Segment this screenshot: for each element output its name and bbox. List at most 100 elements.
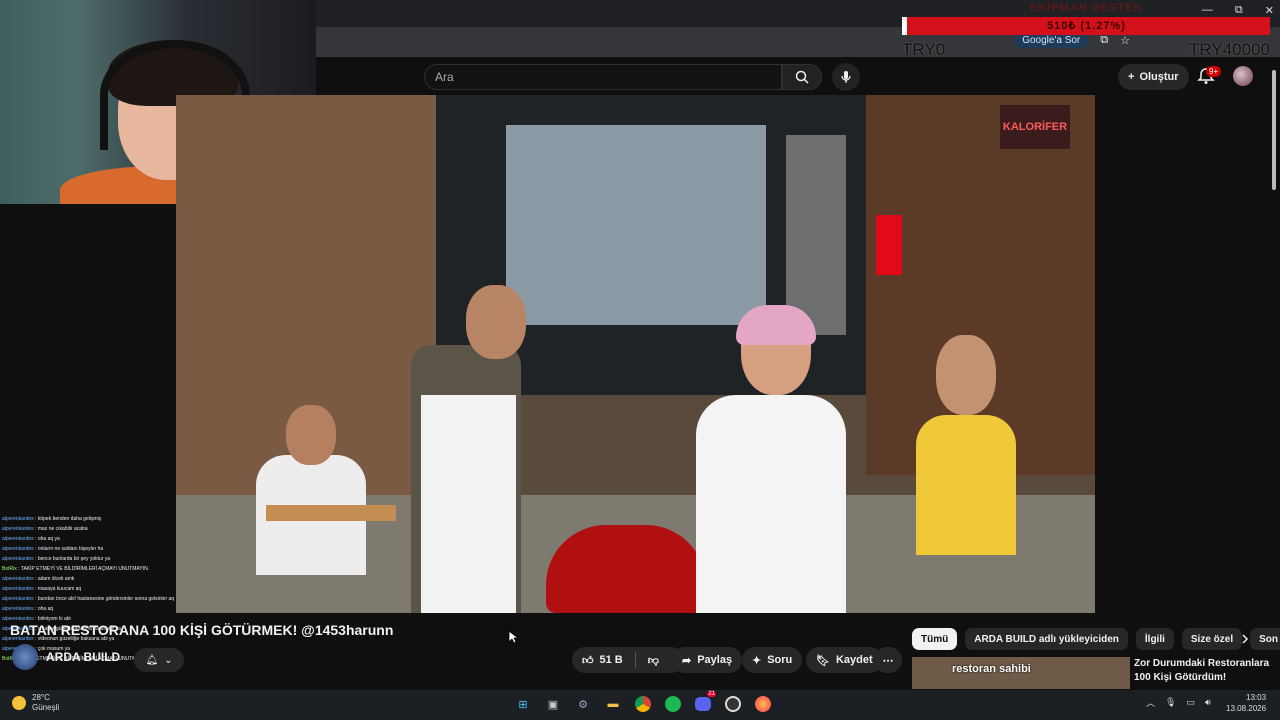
windows-start-icon[interactable]: ⊞: [512, 693, 534, 715]
chat-message: alperenkardes : bundan önce aki! hastane…: [2, 594, 217, 604]
voice-search-button[interactable]: [832, 63, 860, 91]
save-label: Kaydet: [835, 654, 873, 666]
video-scene-flag: [876, 215, 902, 275]
chat-text: onların ne saldanı bişeyler ha: [37, 546, 104, 552]
sun-icon: [12, 696, 26, 710]
chat-message: alperenkardes : bence bunlarda bir şey y…: [2, 554, 217, 564]
ask-label: Soru: [767, 654, 793, 666]
chat-message: alperenkardes : köpek benden daha gelişm…: [2, 514, 217, 524]
channel-name[interactable]: ARDA BUILD: [46, 650, 120, 664]
more-horizontal-icon: ⋯: [882, 654, 894, 667]
video-scene-sign: KALORİFER: [1000, 105, 1070, 149]
settings-gear-icon[interactable]: ⚙: [572, 693, 594, 715]
channel-avatar[interactable]: [12, 644, 38, 670]
share-button[interactable]: ➦ Paylaş: [672, 647, 743, 673]
donation-title: EKİPMAN DESTEK: [1030, 2, 1143, 14]
obs-icon[interactable]: [722, 693, 744, 715]
discord-icon[interactable]: 21: [692, 691, 716, 715]
clock-date: 13.08.2026: [1226, 704, 1267, 713]
chat-text: TAKİP ETMEYİ VE BİLDİRİMLERİ AÇMAYI UNUT…: [20, 566, 150, 572]
filter-chip[interactable]: İlgili: [1135, 628, 1174, 650]
video-person-chef: [391, 285, 541, 613]
chat-text: köpek benden daha gelişmiş: [37, 516, 102, 522]
related-filter-chips: Tümü ARDA BUILD adlı yükleyiciden İlgili Si…: [912, 628, 1280, 650]
chat-username: alperenkardes: [2, 546, 34, 552]
display-icon[interactable]: ▭: [1186, 697, 1195, 708]
chat-text: masaya kuucam aq: [37, 586, 82, 592]
task-view-icon[interactable]: ▣: [542, 693, 564, 715]
chat-text: oha aq ya: [37, 536, 60, 542]
share-icon: ➦: [682, 654, 692, 667]
filter-chip[interactable]: Son: [1250, 628, 1280, 650]
chat-username: alperenkardes: [2, 586, 34, 592]
chat-message: alperenkardes : onların ne saldanı bişey…: [2, 544, 217, 554]
video-scene-scooter: [546, 525, 706, 613]
chat-text: max ne cıkabilir acaba: [37, 526, 88, 532]
chat-message: alperenkardes : adam ölcek amk: [2, 574, 217, 584]
sparkle-icon: ✦: [752, 654, 762, 667]
divider: [634, 652, 636, 668]
mouse-cursor-icon: [508, 630, 518, 644]
bell-icon: 🔔︎: [145, 654, 159, 666]
filter-chip[interactable]: Tümü: [912, 628, 958, 650]
create-button[interactable]: + Oluştur: [1118, 64, 1189, 90]
scrollbar-thumb[interactable]: [1272, 70, 1276, 190]
save-button[interactable]: 🔖︎ Kaydet: [806, 647, 883, 673]
chat-message: alperenkardes : max ne cıkabilir acaba: [2, 524, 217, 534]
system-clock[interactable]: 13:03 13.08.2026: [1226, 692, 1266, 714]
search-input[interactable]: Ara: [424, 64, 782, 90]
share-label: Paylaş: [697, 654, 733, 666]
chat-text: bence bunlarda bir şey yoktur ya: [37, 556, 111, 562]
chat-username: alperenkardes: [2, 576, 34, 582]
weather-widget[interactable]: 28°C Güneşli: [12, 693, 59, 713]
donation-goal-overlay: EKİPMAN DESTEK 510₺ (1.27%) TRY0 TRY4000…: [902, 0, 1270, 60]
chat-message: alperenkardes : masaya kuucam aq: [2, 584, 217, 594]
thumbs-down-icon[interactable]: 👎︎: [648, 654, 659, 667]
page-scrollbar[interactable]: [1270, 60, 1278, 190]
file-explorer-icon[interactable]: ▬: [602, 693, 624, 715]
weather-temperature: 28°C: [32, 693, 50, 702]
donation-bar-fill: [902, 17, 907, 35]
spotify-icon[interactable]: [662, 693, 684, 715]
video-player[interactable]: KALORİFER: [176, 95, 1095, 613]
filter-chip[interactable]: ARDA BUILD adlı yükleyiciden: [965, 628, 1128, 650]
channel-info[interactable]: ARDA BUILD: [12, 644, 120, 670]
search-button[interactable]: [782, 64, 822, 90]
chat-text: bundan önce aki! hastanesine göndersinle…: [37, 596, 175, 602]
recommended-video-thumbnail[interactable]: restoran sahibi: [912, 657, 1130, 689]
more-actions-button[interactable]: ⋯: [874, 647, 902, 673]
filter-chip[interactable]: Size özel: [1181, 628, 1243, 650]
microphone-icon: [841, 71, 851, 83]
weather-condition: Güneşli: [32, 703, 60, 712]
create-label: Oluştur: [1139, 71, 1179, 83]
video-person-woman: [686, 305, 856, 613]
recommended-video-title[interactable]: Zor Durumdaki Restoranlara 100 Kişi Götü…: [1134, 657, 1274, 685]
chat-username: BotRix: [2, 566, 17, 572]
volume-icon[interactable]: 🔊︎: [1205, 697, 1211, 708]
video-person-boy: [916, 335, 1016, 613]
thumbnail-label: restoran sahibi: [952, 663, 1031, 675]
chat-text: oha aq: [37, 606, 54, 612]
chrome-icon[interactable]: [632, 693, 654, 715]
video-title: BATAN RESTORANA 100 KİŞİ GÖTÜRMEK! @1453…: [10, 622, 394, 638]
chevron-up-icon[interactable]: ︿: [1146, 696, 1155, 709]
firefox-icon[interactable]: [752, 693, 774, 715]
chat-username: alperenkardes: [2, 516, 34, 522]
chevron-down-icon: ⌄: [164, 654, 173, 666]
discord-badge: 21: [707, 691, 716, 697]
microphone-tray-icon[interactable]: 🎙︎: [1165, 697, 1176, 708]
system-tray: ︿ 🎙︎ ▭ 🔊︎: [1146, 696, 1211, 709]
search-icon: [795, 70, 809, 84]
chat-username: alperenkardes: [2, 536, 34, 542]
ask-button[interactable]: ✦ Soru: [742, 647, 803, 673]
chat-username: alperenkardes: [2, 556, 34, 562]
clock-time: 13:03: [1246, 693, 1267, 702]
account-avatar[interactable]: [1233, 66, 1253, 86]
chevron-right-icon[interactable]: [1236, 630, 1254, 648]
video-scene-table: [266, 505, 396, 521]
plus-icon: +: [1128, 71, 1135, 83]
subscribed-button[interactable]: 🔔︎ ⌄: [134, 648, 184, 672]
taskbar-apps: ⊞ ▣ ⚙ ▬ 21: [512, 691, 774, 715]
like-count[interactable]: 51 B: [600, 654, 623, 666]
thumbs-up-icon[interactable]: 👍︎: [582, 654, 594, 667]
